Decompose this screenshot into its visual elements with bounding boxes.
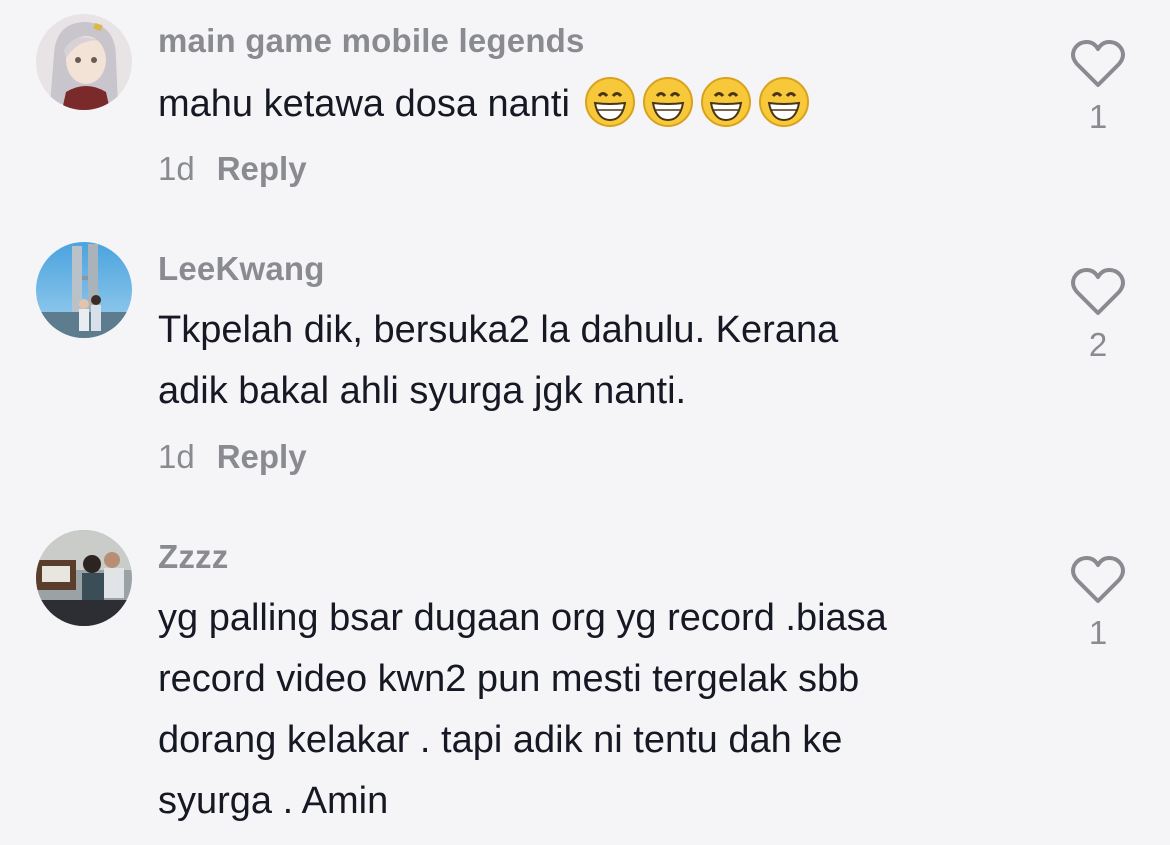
grinning-face-emoji-icon — [700, 76, 752, 128]
comment-timestamp: 1d — [158, 150, 195, 187]
comment-text-line: dorang kelakar . tapi adik ni tentu dah … — [158, 719, 843, 761]
reply-button[interactable]: Reply — [217, 150, 307, 187]
avatar[interactable] — [36, 242, 132, 338]
grinning-face-emoji-icon — [584, 76, 636, 128]
comment-text-line: syurga . Amin — [158, 780, 389, 822]
heart-outline-icon — [1071, 556, 1125, 603]
grinning-face-emoji-icon — [642, 76, 694, 128]
avatar[interactable] — [36, 14, 132, 110]
like-button[interactable]: 1 — [1066, 554, 1130, 652]
comment-text: mahu ketawa dosa nanti — [158, 74, 1038, 135]
like-button[interactable]: 2 — [1066, 266, 1130, 364]
comment-text-line: record video kwn2 pun mesti tergelak sbb — [158, 658, 860, 700]
comment-meta: 1d Reply — [158, 150, 307, 188]
grinning-face-emoji-icon — [758, 76, 810, 128]
comment-text: Tkpelah dik, bersuka2 la dahulu. Kerana … — [158, 300, 1038, 422]
comment-text-line: adik bakal ahli syurga jgk nanti. — [158, 370, 687, 412]
comment-text-line: yg palling bsar dugaan org yg record .bi… — [158, 597, 887, 639]
comment-username[interactable]: Zzzz — [158, 538, 228, 576]
comment-item-1: main game mobile legends mahu ketawa dos… — [0, 0, 1170, 220]
reply-button[interactable]: Reply — [217, 438, 307, 475]
comment-text-line: Tkpelah dik, bersuka2 la dahulu. Kerana — [158, 309, 839, 351]
comment-item-2: LeeKwang Tkpelah dik, bersuka2 la dahulu… — [0, 230, 1170, 500]
avatar-anime-character-icon — [36, 14, 132, 110]
avatar-people-photo-icon — [36, 530, 132, 626]
comment-text-line: mahu ketawa dosa nanti — [158, 83, 570, 125]
avatar[interactable] — [36, 530, 132, 626]
heart-outline-icon — [1071, 268, 1125, 315]
heart-outline-icon — [1071, 40, 1125, 87]
like-count: 1 — [1088, 614, 1108, 651]
like-count: 1 — [1088, 98, 1108, 135]
like-count: 2 — [1088, 326, 1108, 363]
comment-item-3: Zzzz yg palling bsar dugaan org yg recor… — [0, 520, 1170, 845]
comment-text: yg palling bsar dugaan org yg record .bi… — [158, 588, 1038, 832]
comment-username[interactable]: LeeKwang — [158, 250, 325, 288]
like-button[interactable]: 1 — [1066, 38, 1130, 136]
comment-timestamp: 1d — [158, 438, 195, 475]
comment-username[interactable]: main game mobile legends — [158, 22, 585, 60]
comment-meta: 1d Reply — [158, 438, 307, 476]
avatar-city-photo-icon — [36, 242, 132, 338]
